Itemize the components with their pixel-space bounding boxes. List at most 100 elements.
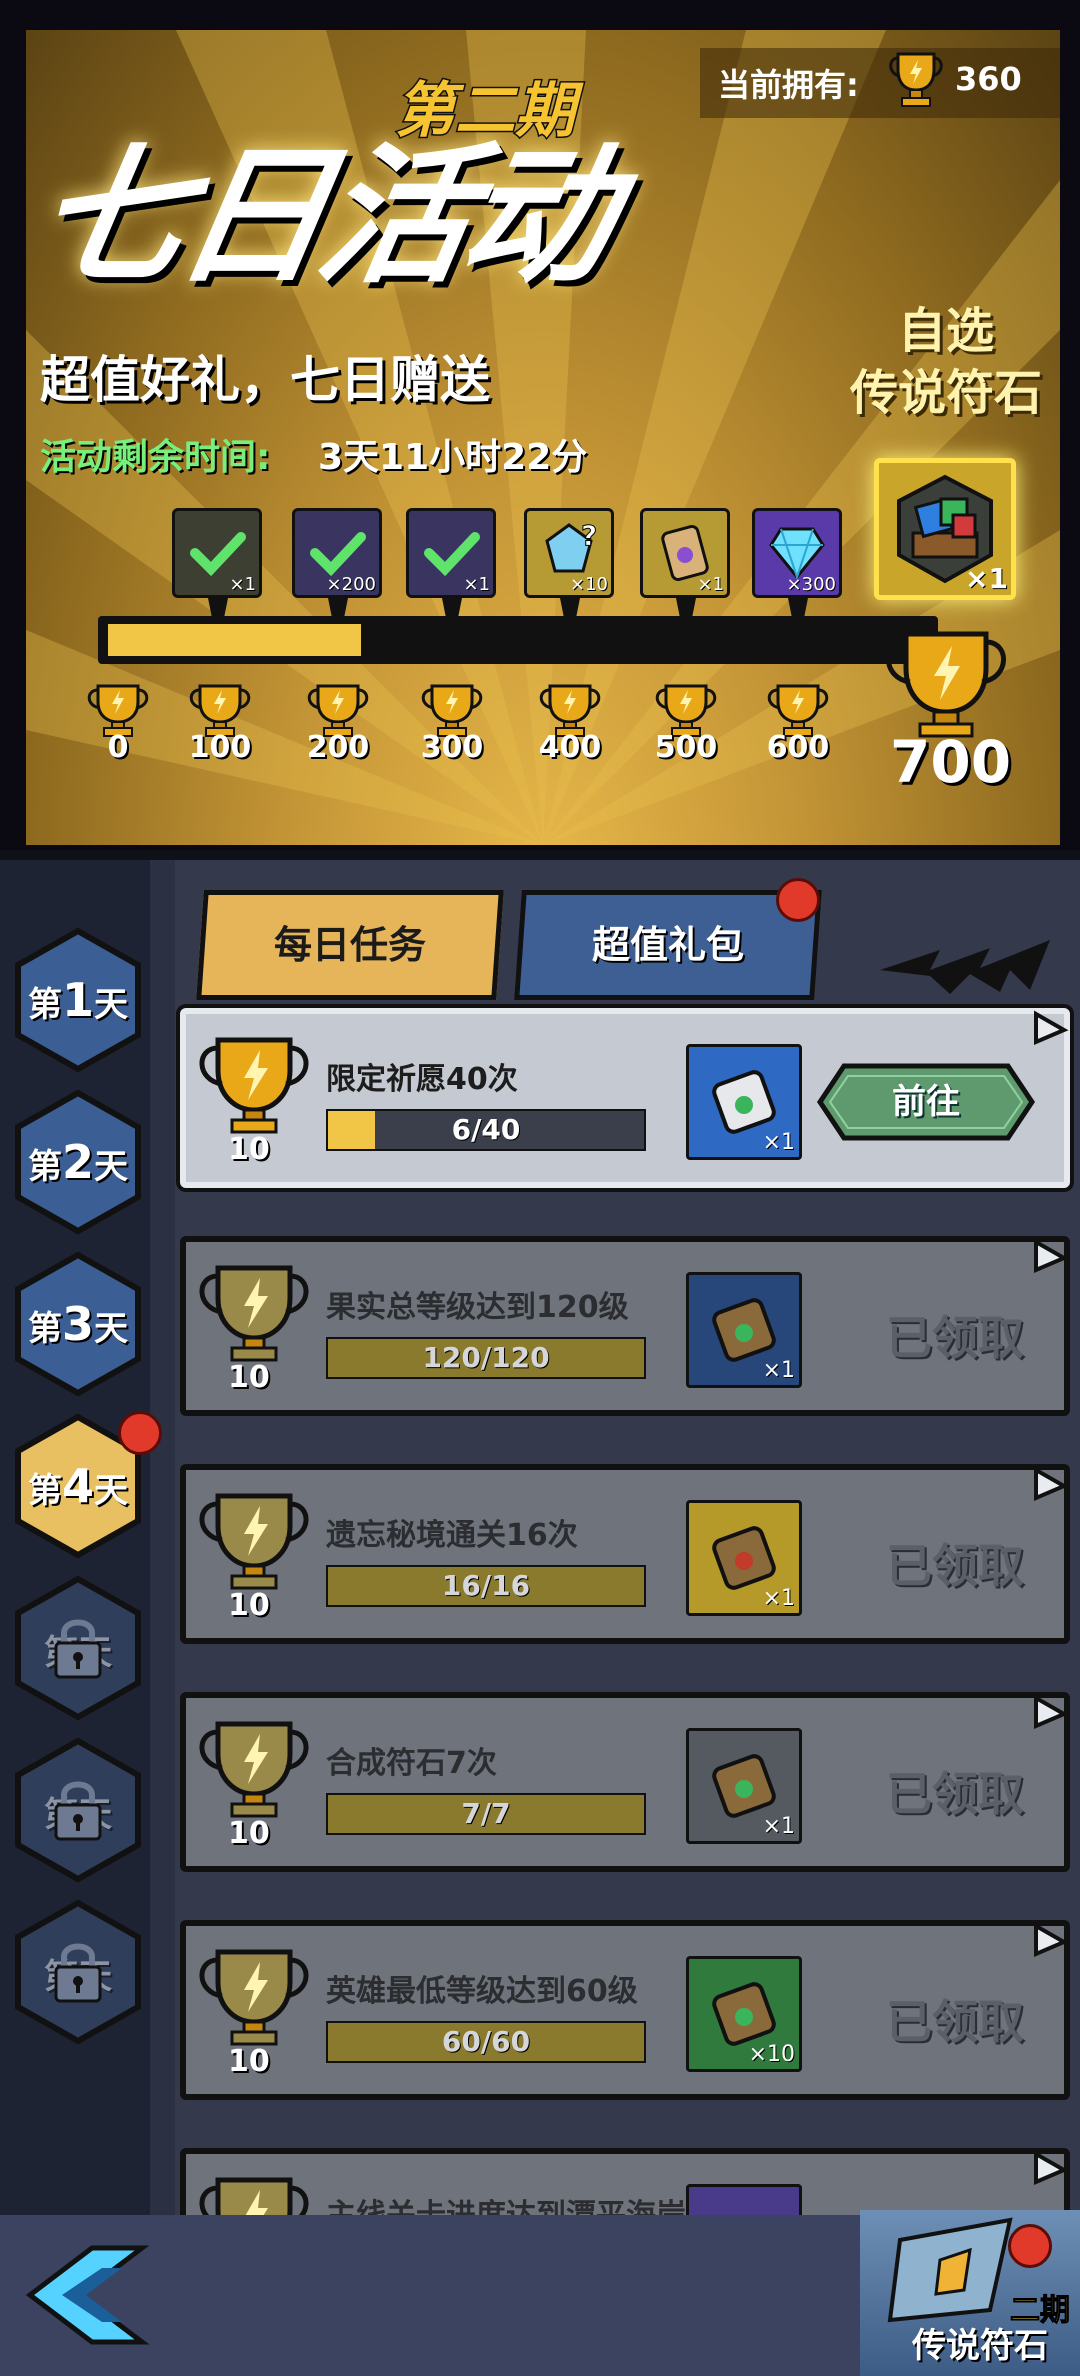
day-suffix: 天 [94, 1147, 128, 1187]
select-title-line2: 传说符石 [850, 365, 1043, 421]
day-label: 第1天 [8, 973, 148, 1027]
tab-daily-tasks[interactable]: 每日任务 [196, 890, 504, 1000]
task-reward-item[interactable]: ×1 [686, 1044, 802, 1160]
day-tab-1[interactable]: 第1天 [8, 925, 148, 1075]
corner-fold-icon [1034, 1922, 1069, 1958]
task-reward-item[interactable]: ×10 [686, 1956, 802, 2072]
milestone-max: 700 [890, 728, 1012, 796]
milestone-label: 500 [654, 730, 718, 765]
day-prefix: 第 [27, 1309, 62, 1349]
day-tab-6[interactable]: 第天 [8, 1735, 148, 1885]
day-tab-2[interactable]: 第2天 [8, 1087, 148, 1237]
day-tab-5[interactable]: 第天 [8, 1573, 148, 1723]
task-title: 合成符石7次 [326, 1746, 497, 1781]
milestone-label: 200 [306, 730, 370, 765]
day-prefix: 第 [27, 1147, 62, 1187]
trophy-icon [199, 1949, 309, 2046]
task-progress-text: 6/40 [451, 1113, 521, 1146]
reward-diamond[interactable]: ×300 [752, 508, 842, 598]
task-card[interactable]: 10 果实总等级达到120级 120/120 ×1 已领取 [180, 1236, 1070, 1416]
task-points: 10 [228, 1588, 270, 1623]
reward-rune-box[interactable]: ×1 [406, 508, 496, 598]
task-progress-text: 120/120 [422, 1341, 550, 1374]
task-points: 10 [228, 1816, 270, 1851]
reward-qty: ×1 [965, 562, 1008, 595]
day-tab-7[interactable]: 第天 [8, 1897, 148, 2047]
day-label: 第2天 [8, 1135, 148, 1189]
milestone-label: 600 [766, 730, 830, 765]
claimed-status: 已领取 [886, 1767, 1024, 1821]
day-number: 2 [61, 1135, 94, 1189]
task-title: 遗忘秘境通关16次 [326, 1518, 578, 1553]
task-card[interactable]: 10 合成符石7次 7/7 ×1 已领取 [180, 1692, 1070, 1872]
reward-qty: ×1 [229, 574, 256, 595]
day-label: 第3天 [8, 1297, 148, 1351]
legend-rune-label: 传说符石 [912, 2326, 1048, 2366]
day-prefix: 第 [27, 1471, 62, 1511]
task-title: 英雄最低等级达到60级 [326, 1974, 638, 2009]
task-points: 10 [228, 2044, 270, 2079]
reward-qty: ×1 [463, 574, 490, 595]
points-progress-fill [108, 624, 361, 656]
goto-button[interactable]: 前往 [816, 1062, 1036, 1142]
day-suffix: 天 [94, 985, 128, 1025]
reward-mystery-gem[interactable]: ? ×10 [524, 508, 614, 598]
reward-bag[interactable]: ×1 [172, 508, 262, 598]
task-card[interactable]: 10 英雄最低等级达到60级 60/60 ×10 已领取 [180, 1920, 1070, 2100]
task-title: 果实总等级达到120级 [326, 1290, 629, 1325]
milestone-label: 100 [188, 730, 252, 765]
reward-scroll[interactable]: ×1 [640, 508, 730, 598]
reward-qty: ×300 [786, 574, 836, 595]
reward-gem[interactable]: ×200 [292, 508, 382, 598]
lightning-decoration-icon [880, 940, 1050, 994]
gift-notification-badge [776, 878, 820, 922]
task-reward-item[interactable]: ×1 [686, 1728, 802, 1844]
corner-fold-icon [1034, 1010, 1069, 1046]
select-legend-title: 自选 传说符石 [850, 300, 1042, 424]
legend-rune-icon: 二期 [887, 2217, 1071, 2329]
tab-daily-label: 每日任务 [273, 923, 426, 967]
trophy-icon [199, 1493, 309, 1590]
day-tab-3[interactable]: 第3天 [8, 1249, 148, 1399]
task-reward-item[interactable]: ×1 [686, 1272, 802, 1388]
day-notification-badge [118, 1411, 162, 1455]
tab-value-gift[interactable]: 超值礼包 [514, 890, 822, 1000]
day-number: 4 [61, 1459, 94, 1513]
back-arrow-icon[interactable] [22, 2240, 152, 2350]
event-period: 第二期 [394, 75, 577, 148]
owned-value: 360 [955, 60, 1022, 98]
task-reward-item[interactable]: ×1 [686, 1500, 802, 1616]
task-points: 10 [228, 1132, 270, 1167]
trophy-icon [199, 1721, 309, 1818]
reward-item-qty: ×1 [762, 1814, 795, 1839]
svg-text:?: ? [581, 519, 597, 552]
task-progress-text: 16/16 [441, 1569, 531, 1602]
task-card[interactable]: 10 限定祈愿40次 6/40 ×1 前往 [180, 1008, 1070, 1188]
event-subtitle: 超值好礼，七日赠送 [40, 351, 490, 409]
reward-item-qty: ×10 [748, 2042, 795, 2067]
day-prefix: 第 [27, 985, 62, 1025]
reward-legend-rune-box[interactable]: ×1 [874, 458, 1016, 600]
trophy-icon [889, 52, 943, 107]
lock-icon [54, 1943, 102, 2003]
corner-fold-icon [1034, 2150, 1069, 2186]
tab-gift-label: 超值礼包 [591, 923, 744, 967]
day-suffix: 天 [94, 1471, 128, 1511]
claimed-status: 已领取 [886, 1539, 1024, 1593]
day-number: 1 [61, 973, 94, 1027]
task-progress-text: 60/60 [441, 2025, 531, 2058]
big-trophy-icon [886, 631, 1006, 738]
lock-icon [54, 1781, 102, 1841]
task-progress-text: 7/7 [461, 1797, 511, 1830]
trophy-icon [199, 1265, 309, 1362]
milestone-label: 0 [107, 730, 129, 765]
reward-qty: ×200 [326, 574, 376, 595]
milestone-label: 300 [420, 730, 484, 765]
claimed-status: 已领取 [886, 1995, 1024, 2049]
legend-notification-badge [1008, 2224, 1052, 2268]
remaining-time-value: 3天11小时22分 [318, 437, 588, 478]
milestone-label: 400 [538, 730, 602, 765]
task-title: 限定祈愿40次 [326, 1062, 518, 1097]
task-points: 10 [228, 1360, 270, 1395]
task-card[interactable]: 10 遗忘秘境通关16次 16/16 ×1 已领取 [180, 1464, 1070, 1644]
